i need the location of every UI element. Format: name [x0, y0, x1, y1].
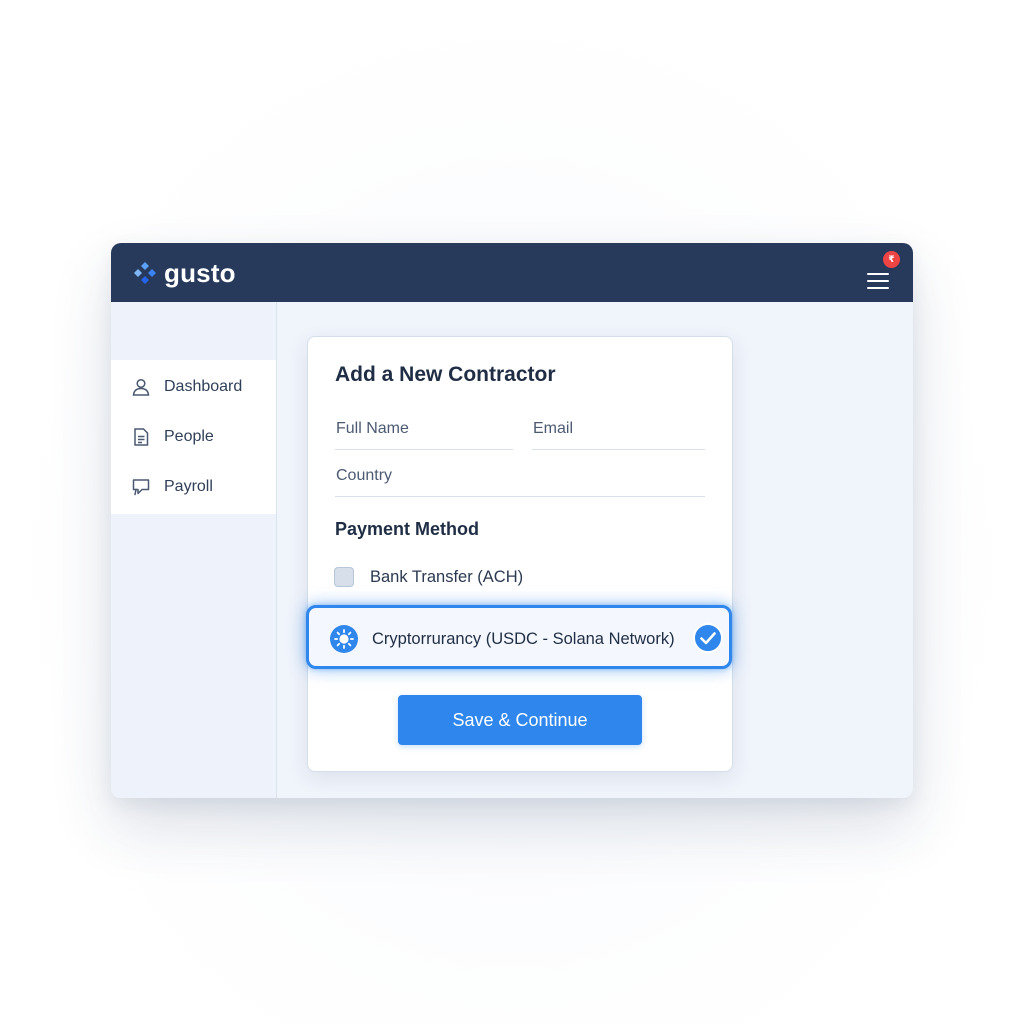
- bank-transfer-option[interactable]: Bank Transfer (ACH): [334, 562, 634, 592]
- brand-name: gusto: [164, 258, 236, 288]
- sidebar-item-label: Payroll: [164, 478, 213, 495]
- user-icon: [132, 378, 150, 396]
- country-placeholder: Country: [336, 467, 393, 484]
- sidebar-item-label: Dashboard: [164, 378, 243, 395]
- payment-method-heading: Payment Method: [335, 519, 480, 539]
- crypto-payment-option[interactable]: Cryptorrurancy (USDC - Solana Network): [306, 605, 732, 669]
- sidebar-item-label: People: [164, 428, 214, 445]
- full-name-placeholder: Full Name: [336, 420, 409, 437]
- crypto-option-label: Cryptorrurancy (USDC - Solana Network): [372, 630, 675, 648]
- sidebar: Dashboard People Payroll: [111, 302, 277, 798]
- save-continue-button[interactable]: Save & Continue: [398, 695, 642, 745]
- sidebar-menu: Dashboard People Payroll: [111, 360, 276, 514]
- full-name-input[interactable]: Full Name: [335, 409, 513, 450]
- gusto-logo-icon: [134, 262, 156, 284]
- page-background: gusto ₹ Dashboard People Payroll Add a N…: [0, 0, 1024, 1024]
- chat-bubble-icon: [132, 479, 150, 496]
- top-navigation-bar: gusto ₹: [111, 243, 913, 302]
- sidebar-item-people[interactable]: People: [131, 422, 271, 452]
- email-placeholder: Email: [533, 420, 574, 437]
- menu-button[interactable]: ₹: [861, 251, 901, 293]
- bank-transfer-label: Bank Transfer (ACH): [370, 567, 524, 586]
- sidebar-item-payroll[interactable]: Payroll: [131, 472, 271, 502]
- sidebar-item-dashboard[interactable]: Dashboard: [131, 372, 271, 402]
- email-input[interactable]: Email: [532, 409, 705, 450]
- gusto-logo[interactable]: gusto: [133, 258, 236, 288]
- sun-icon: [330, 625, 358, 653]
- hamburger-menu-icon: [867, 273, 889, 289]
- document-icon: [134, 428, 149, 446]
- notification-badge: ₹: [883, 251, 900, 268]
- bank-transfer-checkbox[interactable]: [334, 567, 354, 587]
- country-input[interactable]: Country: [335, 456, 705, 497]
- checkmark-circle-icon: [693, 623, 723, 653]
- page-title: Add a New Contractor: [335, 363, 556, 386]
